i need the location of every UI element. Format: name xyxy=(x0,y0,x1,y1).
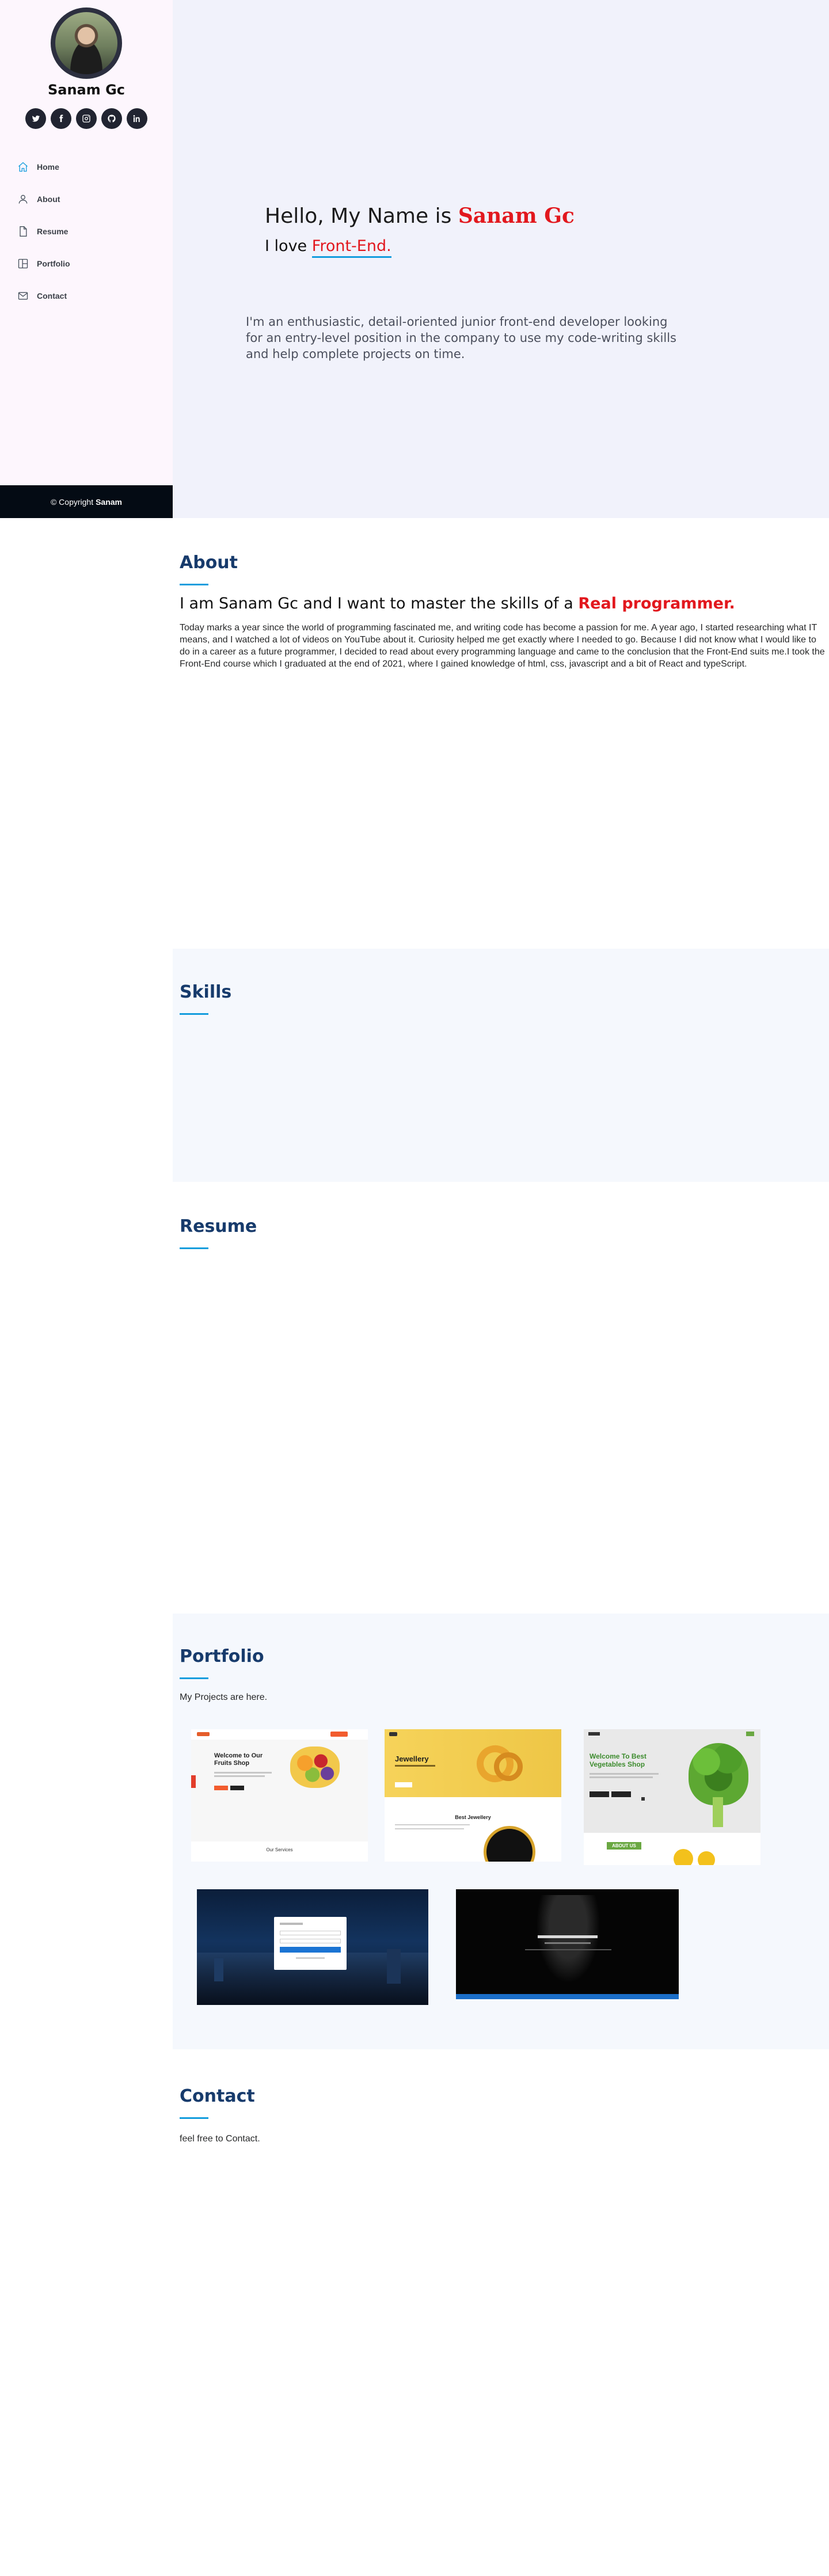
hero-name: Sanam Gc xyxy=(458,204,575,228)
title-underline xyxy=(180,584,208,585)
project-heading: Jewellery xyxy=(395,1755,429,1763)
section-title: Skills xyxy=(180,982,232,1002)
profile-name: Sanam Gc xyxy=(47,82,126,98)
project-thumbnail[interactable]: Welcome to Our Fruits Shop Our Services xyxy=(191,1729,368,1862)
section-title: Portfolio xyxy=(180,1646,264,1666)
hero-greeting-text: Hello, My Name is xyxy=(265,204,452,228)
project-heading: Welcome To Best Vegetables Shop xyxy=(590,1752,647,1768)
nav-item-label: Resume xyxy=(37,227,69,236)
skills-section: Skills xyxy=(173,949,829,1182)
sidebar: Sanam Gc Home About Resume Portfolio Con… xyxy=(0,0,173,518)
instagram-link[interactable] xyxy=(76,108,97,129)
nav-item-portfolio[interactable]: Portfolio xyxy=(17,248,155,280)
project-footer: Best Jewellery xyxy=(455,1814,491,1820)
about-section: About I am Sanam Gc and I want to master… xyxy=(173,518,829,949)
about-headline: I am Sanam Gc and I want to master the s… xyxy=(180,595,735,612)
nav-item-home[interactable]: Home xyxy=(17,151,155,183)
envelope-icon xyxy=(18,292,28,300)
hero-tagline: I love Front-End. xyxy=(265,237,391,258)
project-footer: ABOUT US xyxy=(607,1842,641,1850)
profile-avatar xyxy=(51,7,122,79)
github-link[interactable] xyxy=(101,108,122,129)
twitter-link[interactable] xyxy=(25,108,46,129)
project-heading: Welcome to Our Fruits Shop xyxy=(214,1752,263,1767)
twitter-icon xyxy=(32,115,40,122)
nav-item-label: Portfolio xyxy=(37,259,70,268)
facebook-icon xyxy=(59,115,63,122)
copyright-owner: Sanam xyxy=(96,497,123,507)
project-thumbnail[interactable]: Welcome To Best Vegetables Shop ABOUT US xyxy=(584,1729,760,1865)
about-headline-text: I am Sanam Gc and I want to master the s… xyxy=(180,595,573,612)
nav-item-resume[interactable]: Resume xyxy=(17,215,155,248)
social-links xyxy=(23,108,150,129)
copyright-text: © Copyright xyxy=(50,497,94,507)
hero-greeting: Hello, My Name is Sanam Gc xyxy=(265,204,575,228)
linkedin-link[interactable] xyxy=(127,108,147,129)
sidebar-footer: © Copyright Sanam xyxy=(0,485,173,518)
hero-role: Front-End. xyxy=(311,237,391,258)
hero-section: Hello, My Name is Sanam Gc I love Front-… xyxy=(173,0,829,518)
title-underline xyxy=(180,1013,208,1015)
title-underline xyxy=(180,1677,208,1679)
project-thumbnail[interactable] xyxy=(197,1889,428,2005)
about-headline-highlight: Real programmer. xyxy=(578,595,735,612)
contact-section: Contact feel free to Contact. xyxy=(173,2049,829,2576)
home-icon xyxy=(18,162,28,172)
resume-section: Resume xyxy=(173,1182,829,1614)
github-icon xyxy=(108,115,116,123)
nav-item-label: Home xyxy=(37,162,59,172)
nav-item-about[interactable]: About xyxy=(17,183,155,215)
section-title: About xyxy=(180,553,238,573)
portfolio-icon xyxy=(18,258,28,269)
linkedin-icon xyxy=(133,115,140,122)
user-icon xyxy=(18,195,28,204)
instagram-icon xyxy=(82,115,90,123)
title-underline xyxy=(180,2117,208,2119)
project-footer: Our Services xyxy=(266,1847,293,1852)
sidebar-nav: Home About Resume Portfolio Contact xyxy=(17,151,155,312)
project-thumbnail[interactable]: Jewellery Best Jewellery xyxy=(385,1729,561,1862)
about-body: Today marks a year since the world of pr… xyxy=(180,623,825,669)
file-icon xyxy=(20,226,27,237)
nav-item-contact[interactable]: Contact xyxy=(17,280,155,312)
nav-item-label: Contact xyxy=(37,291,67,300)
hero-tagline-prefix: I love xyxy=(265,237,307,255)
portfolio-section: Portfolio My Projects are here. Welcome … xyxy=(173,1614,829,2049)
title-underline xyxy=(180,1247,208,1249)
nav-item-label: About xyxy=(37,195,60,204)
contact-subtitle: feel free to Contact. xyxy=(180,2134,260,2144)
section-title: Resume xyxy=(180,1216,257,1236)
facebook-link[interactable] xyxy=(51,108,71,129)
section-title: Contact xyxy=(180,2086,255,2106)
project-thumbnail[interactable] xyxy=(456,1889,679,1999)
hero-intro: I'm an enthusiastic, detail-oriented jun… xyxy=(246,315,676,361)
portfolio-subtitle: My Projects are here. xyxy=(180,1692,268,1702)
